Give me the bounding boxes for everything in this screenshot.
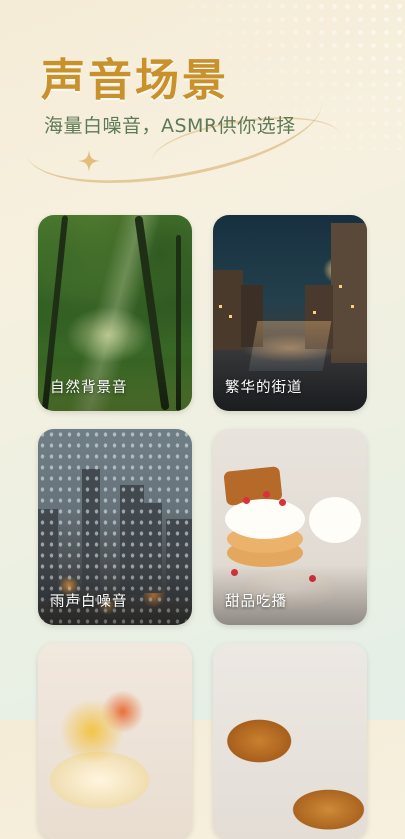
scene-label: 繁华的街道 [225,380,303,396]
sparkle-icon [78,150,100,172]
scene-card-dessert[interactable]: 甜品吃播 [213,429,367,625]
scene-card-nature[interactable]: 自然背景音 [38,215,192,411]
scene-label: 雨声白噪音 [50,594,128,610]
scene-label: 甜品吃播 [225,594,287,610]
scene-label: 自然背景音 [50,380,128,396]
page-subtitle: 海量白噪音，ASMR供你选择 [44,115,296,137]
scene-card-croissant[interactable] [213,643,367,839]
scene-grid: 自然背景音 繁华的街道 雨声白噪音 甜品吃播 [38,215,368,839]
scene-card-street[interactable]: 繁华的街道 [213,215,367,411]
scene-card-rain[interactable]: 雨声白噪音 [38,429,192,625]
page-title: 声音场景 [41,55,229,106]
scene-card-cake[interactable] [38,643,192,839]
